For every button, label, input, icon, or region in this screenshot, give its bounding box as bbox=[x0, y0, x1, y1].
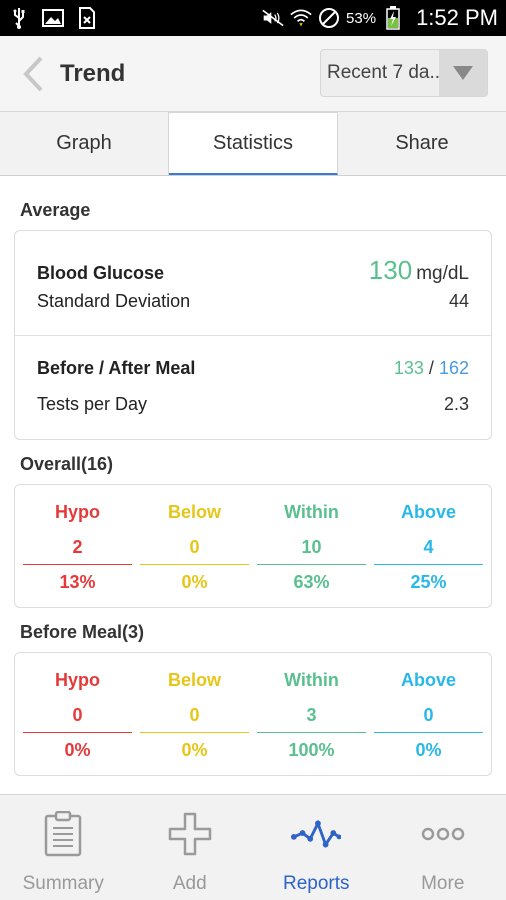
blood-glucose-label: Blood Glucose bbox=[37, 263, 165, 283]
nav-summary-label: Summary bbox=[22, 873, 104, 894]
overall-within-col: Within 10 63% bbox=[257, 485, 366, 607]
before-after-separator: / bbox=[428, 358, 434, 378]
within-percent: 63% bbox=[293, 571, 330, 592]
before-after-values: 133 / 162 bbox=[394, 358, 469, 379]
mute-icon bbox=[262, 7, 284, 29]
above-count: 4 bbox=[374, 531, 483, 565]
above-label: Above bbox=[400, 670, 456, 690]
overall-below-col: Below 0 0% bbox=[140, 485, 249, 607]
within-count: 10 bbox=[257, 531, 366, 565]
plus-icon bbox=[165, 809, 215, 859]
overall-above-col: Above 4 25% bbox=[374, 485, 483, 607]
average-block-meal: Before / After Meal 133 / 162 Tests per … bbox=[15, 335, 491, 439]
std-dev-label: Standard Deviation bbox=[37, 291, 191, 311]
below-count: 0 bbox=[140, 531, 249, 565]
gallery-icon bbox=[42, 7, 64, 29]
nav-reports-label: Reports bbox=[282, 873, 350, 894]
trend-line-icon bbox=[291, 809, 342, 859]
overall-hypo-col: Hypo 2 13% bbox=[23, 485, 132, 607]
after-meal-value: 162 bbox=[438, 358, 469, 378]
status-bar: 53% 1:52 PM bbox=[0, 0, 506, 36]
usb-icon bbox=[8, 7, 30, 29]
tests-per-day-value: 2.3 bbox=[443, 394, 469, 414]
blood-glucose-reading: 130 mg/dL bbox=[369, 255, 469, 286]
before-meal-card: Hypo 0 0% Below 0 0% Within 3 100% Above… bbox=[14, 652, 492, 776]
no-signal-icon bbox=[318, 7, 340, 29]
before-meal-value: 133 bbox=[393, 358, 424, 378]
within-percent: 100% bbox=[288, 739, 335, 760]
above-label: Above bbox=[400, 502, 456, 522]
above-count: 0 bbox=[374, 699, 483, 733]
before-meal-below-col: Below 0 0% bbox=[140, 653, 249, 775]
average-card: Blood Glucose 130 mg/dL Standard Deviatio… bbox=[14, 230, 492, 440]
tab-share[interactable]: Share bbox=[338, 112, 506, 175]
document-icon bbox=[76, 7, 98, 29]
hypo-count: 0 bbox=[23, 699, 132, 733]
hypo-count: 2 bbox=[23, 531, 132, 565]
above-percent: 25% bbox=[410, 571, 447, 592]
app-header: Trend Recent 7 da... bbox=[0, 36, 506, 112]
before-meal-within-col: Within 3 100% bbox=[257, 653, 366, 775]
tab-bar: Graph Statistics Share bbox=[0, 112, 506, 176]
below-count: 0 bbox=[140, 699, 249, 733]
within-label: Within bbox=[284, 670, 339, 690]
bottom-nav: Summary Add Reports More bbox=[0, 794, 506, 900]
nav-more[interactable]: More bbox=[380, 795, 506, 900]
before-meal-hypo-col: Hypo 0 0% bbox=[23, 653, 132, 775]
overall-title: Overall(16) bbox=[20, 454, 114, 474]
statistics-content: Average Blood Glucose 130 mg/dL Standard … bbox=[0, 176, 506, 794]
before-after-label: Before / After Meal bbox=[37, 358, 196, 378]
back-arrow-icon[interactable] bbox=[8, 36, 58, 112]
hypo-percent: 0% bbox=[64, 739, 91, 760]
blood-glucose-value: 130 bbox=[368, 255, 413, 285]
average-block-glucose: Blood Glucose 130 mg/dL Standard Deviatio… bbox=[15, 231, 491, 335]
hypo-label: Hypo bbox=[55, 670, 100, 690]
date-range-dropdown[interactable]: Recent 7 da... bbox=[320, 49, 488, 97]
below-percent: 0% bbox=[181, 739, 208, 760]
tests-per-day-label: Tests per Day bbox=[37, 394, 148, 414]
more-dots-icon bbox=[418, 809, 468, 859]
before-meal-above-col: Above 0 0% bbox=[374, 653, 483, 775]
below-percent: 0% bbox=[181, 571, 208, 592]
std-dev-value: 44 bbox=[448, 291, 469, 311]
within-label: Within bbox=[284, 502, 339, 522]
nav-add-label: Add bbox=[172, 873, 207, 894]
nav-summary[interactable]: Summary bbox=[0, 795, 127, 900]
nav-more-label: More bbox=[421, 873, 465, 894]
clock: 1:52 PM bbox=[416, 5, 498, 30]
below-label: Below bbox=[167, 502, 221, 522]
average-title: Average bbox=[20, 200, 91, 220]
above-percent: 0% bbox=[415, 739, 442, 760]
nav-add[interactable]: Add bbox=[127, 795, 254, 900]
page-title: Trend bbox=[60, 59, 126, 87]
dropdown-arrow-icon[interactable] bbox=[439, 50, 487, 96]
overall-card: Hypo 2 13% Below 0 0% Within 10 63% Abov… bbox=[14, 484, 492, 608]
hypo-label: Hypo bbox=[55, 502, 100, 522]
battery-charging-icon bbox=[382, 6, 404, 30]
clipboard-icon bbox=[38, 809, 88, 859]
wifi-icon bbox=[290, 7, 312, 29]
within-count: 3 bbox=[257, 699, 366, 733]
date-range-value: Recent 7 da... bbox=[327, 62, 439, 83]
battery-percent: 53% bbox=[346, 9, 377, 27]
hypo-percent: 13% bbox=[59, 571, 96, 592]
blood-glucose-unit: mg/dL bbox=[416, 263, 469, 284]
nav-reports[interactable]: Reports bbox=[253, 795, 380, 900]
tab-statistics[interactable]: Statistics bbox=[169, 112, 338, 175]
tab-graph[interactable]: Graph bbox=[0, 112, 169, 175]
before-meal-title: Before Meal(3) bbox=[20, 622, 145, 642]
below-label: Below bbox=[167, 670, 221, 690]
